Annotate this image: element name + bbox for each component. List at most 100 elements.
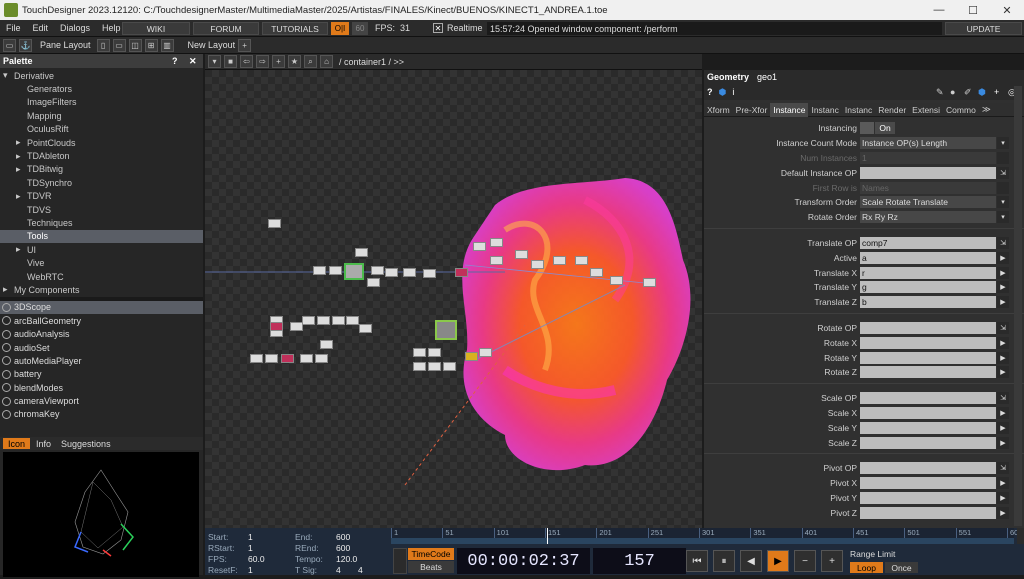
brush-icon[interactable]: ✐ <box>964 87 972 98</box>
timeline-range[interactable] <box>391 538 1014 544</box>
menu-arrow-icon[interactable]: ▶ <box>997 366 1009 379</box>
play-reverse-button[interactable]: ◀ <box>740 550 762 572</box>
toggle-switch[interactable] <box>860 122 874 135</box>
step-forward-button[interactable]: + <box>821 550 843 572</box>
operator-node[interactable] <box>329 266 342 275</box>
operator-node[interactable] <box>300 354 313 363</box>
split-three-icon[interactable]: ▥ <box>160 38 174 52</box>
param-field[interactable] <box>860 392 996 405</box>
menu-arrow-icon[interactable]: ▶ <box>997 281 1009 294</box>
menu-arrow-icon[interactable]: ▶ <box>997 506 1009 519</box>
toggle-value[interactable]: On <box>875 122 895 135</box>
rewind-button[interactable]: ⏮ <box>686 550 708 572</box>
operator-node[interactable] <box>455 268 468 277</box>
param-field[interactable] <box>860 477 996 490</box>
operator-node[interactable] <box>367 278 380 287</box>
add-icon[interactable]: + <box>994 87 999 97</box>
tutorials-button[interactable]: TUTORIALS <box>262 22 328 35</box>
param-field[interactable] <box>860 336 996 349</box>
op-name[interactable]: geo1 <box>757 72 777 82</box>
palette-tree-item[interactable]: Vive <box>0 256 203 269</box>
operator-node[interactable] <box>575 256 588 265</box>
edit-icon[interactable]: ✎ <box>936 87 944 98</box>
tsig-numerator[interactable]: 4 <box>336 565 341 575</box>
param-scrollbar[interactable] <box>1014 86 1022 526</box>
param-field[interactable]: a <box>860 251 996 264</box>
fps-value[interactable]: 60.0 <box>248 554 265 564</box>
param-tab[interactable]: Commo <box>943 103 979 117</box>
component-item[interactable]: 3DScope <box>0 300 203 315</box>
param-tab[interactable]: Xform <box>704 103 733 117</box>
stop-icon[interactable]: ■ <box>224 55 237 68</box>
rend-value[interactable]: 600 <box>336 543 350 553</box>
menu-arrow-icon[interactable]: ▶ <box>997 251 1009 264</box>
operator-node[interactable] <box>428 348 441 357</box>
menu-arrow-icon[interactable]: ▶ <box>997 351 1009 364</box>
palette-tree-item[interactable]: ▾ Derivative <box>0 69 203 82</box>
container-node[interactable] <box>435 320 457 340</box>
param-field[interactable]: r <box>860 266 996 279</box>
split-horizontal-icon[interactable]: ▭ <box>112 38 126 52</box>
component-item[interactable]: cameraViewport <box>0 394 203 407</box>
menu-file[interactable]: File <box>0 23 27 33</box>
component-item[interactable]: arcBallGeometry <box>0 314 203 327</box>
palette-tree-item[interactable]: ▸ My Components <box>0 283 203 296</box>
split-vertical-icon[interactable]: ◫ <box>128 38 142 52</box>
palette-tree-item[interactable]: ▸ PointClouds <box>0 136 203 149</box>
rstart-value[interactable]: 1 <box>248 543 253 553</box>
end-value[interactable]: 600 <box>336 532 350 542</box>
timeline-scroll[interactable] <box>1017 528 1024 544</box>
dropdown-icon[interactable]: ▾ <box>997 137 1009 150</box>
operator-node[interactable] <box>479 348 492 357</box>
operator-node[interactable] <box>443 362 456 371</box>
beats-button[interactable]: Beats <box>408 561 454 573</box>
help-icon[interactable]: ? <box>172 56 178 66</box>
op-select-icon[interactable]: ⇲ <box>997 392 1009 405</box>
menu-arrow-icon[interactable]: ▶ <box>997 266 1009 279</box>
info-icon[interactable]: i <box>732 87 734 97</box>
start-value[interactable]: 1 <box>248 532 253 542</box>
menu-arrow-icon[interactable]: ▶ <box>997 296 1009 309</box>
once-button[interactable]: Once <box>885 562 918 573</box>
param-tab[interactable]: Extensi <box>909 103 943 117</box>
operator-node[interactable] <box>315 354 328 363</box>
param-menu[interactable]: Scale Rotate Translate <box>860 196 996 209</box>
add-layout-icon[interactable]: + <box>238 38 252 52</box>
operator-node[interactable] <box>359 324 372 333</box>
component-item[interactable]: audioSet <box>0 341 203 354</box>
component-item[interactable]: autoMediaPlayer <box>0 354 203 367</box>
param-field[interactable]: g <box>860 281 996 294</box>
operator-node[interactable] <box>346 316 359 325</box>
play-button[interactable]: ▶ <box>767 550 789 572</box>
split-quad-icon[interactable]: ⊞ <box>144 38 158 52</box>
add-op-icon[interactable]: + <box>272 55 285 68</box>
op-select-icon[interactable]: ⇲ <box>997 321 1009 334</box>
home-icon[interactable]: ⌂ <box>320 55 333 68</box>
tab-suggestions[interactable]: Suggestions <box>57 439 115 449</box>
param-tab[interactable]: Instanc <box>842 103 875 117</box>
palette-tree-item[interactable]: ▸ UI <box>0 243 203 256</box>
split-single-icon[interactable]: ▯ <box>96 38 110 52</box>
menu-arrow-icon[interactable]: ▶ <box>997 336 1009 349</box>
tsig-denominator[interactable]: 4 <box>358 565 363 575</box>
param-field[interactable] <box>860 321 996 334</box>
param-field[interactable] <box>860 366 996 379</box>
palette-tree-item[interactable]: Generators <box>0 82 203 95</box>
operator-node[interactable] <box>515 250 528 259</box>
expand-arrow-icon[interactable]: ▸ <box>16 137 27 148</box>
param-field[interactable] <box>860 166 996 179</box>
help-icon[interactable]: ? <box>707 87 713 97</box>
operator-node[interactable] <box>320 340 333 349</box>
operator-node[interactable] <box>590 268 603 277</box>
operator-node[interactable] <box>643 278 656 287</box>
operator-node[interactable] <box>313 266 326 275</box>
operator-node[interactable] <box>317 316 330 325</box>
resetf-value[interactable]: 1 <box>248 565 253 575</box>
operator-node[interactable] <box>281 354 294 363</box>
param-field[interactable] <box>860 491 996 504</box>
operator-node[interactable] <box>270 322 283 331</box>
component-item[interactable]: blendModes <box>0 381 203 394</box>
operator-node[interactable] <box>490 256 503 265</box>
menu-down-icon[interactable]: ▾ <box>208 55 221 68</box>
palette-tree-item[interactable]: Techniques <box>0 216 203 229</box>
